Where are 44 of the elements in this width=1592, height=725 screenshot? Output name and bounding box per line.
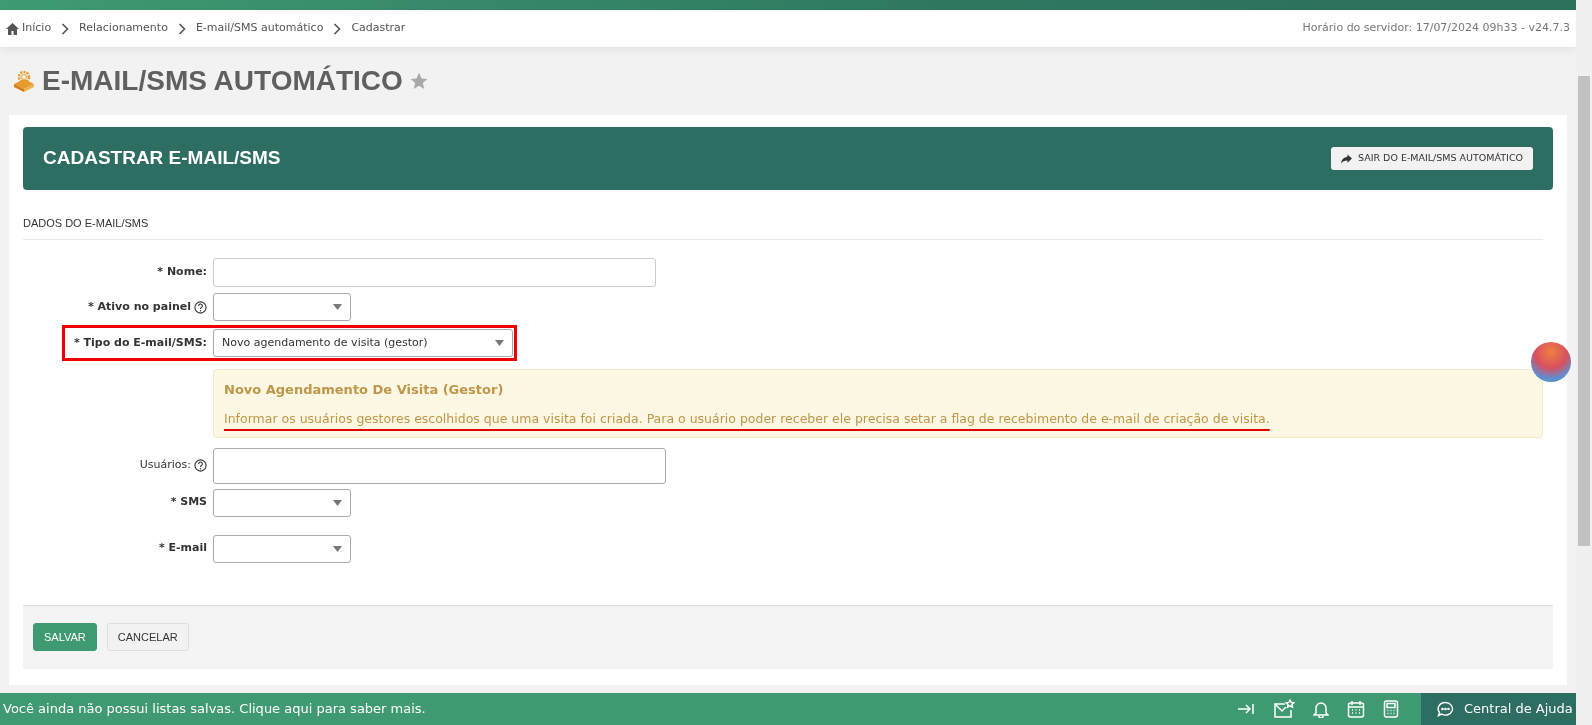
help-icon[interactable]	[194, 300, 207, 314]
select-field[interactable]	[213, 488, 351, 517]
select-field[interactable]	[213, 534, 351, 563]
help-icon[interactable]	[194, 459, 207, 472]
envelope-star-icon[interactable]	[1273, 699, 1295, 719]
arrow-to-bar-icon[interactable]	[1237, 702, 1255, 716]
home-icon	[6, 22, 19, 35]
exit-button[interactable]: SAIR DO E-MAIL/SMS AUTOMÁTICO	[1330, 147, 1533, 170]
select-field[interactable]: Novo agendamento de visita (gestor)	[213, 329, 513, 357]
breadcrumb-link[interactable]: E-mail/SMS automático	[195, 20, 324, 37]
bell-icon[interactable]	[1313, 700, 1329, 718]
breadcrumb-link[interactable]: Início	[22, 20, 52, 37]
cancel-button[interactable]: CANCELAR	[106, 623, 189, 651]
field-label: Usuários:	[139, 457, 191, 474]
caret-icon	[333, 304, 342, 310]
field-label: * SMS	[170, 494, 207, 511]
alert-text: Informar os usuários gestores escolhidos que uma visita foi criada. Para o usuário poder receber ele precisa setar a flag de recebimento de e-mail de criação de visita.	[224, 410, 1270, 426]
share-arrow-icon	[1340, 153, 1352, 164]
users-field[interactable]	[213, 447, 666, 484]
star-icon[interactable]	[408, 71, 429, 91]
package-gear-icon	[12, 69, 36, 93]
section-title: DADOS DO E-MAIL/SMS	[23, 217, 149, 229]
field-label: * E-mail	[158, 540, 207, 557]
server-time: Horário do servidor: 17/07/2024 09h33 - v24.7.3	[1302, 20, 1570, 37]
field-label: * Tipo do E-mail/SMS:	[73, 334, 207, 351]
chevron-right-icon	[61, 22, 70, 35]
name-input[interactable]	[213, 258, 656, 287]
field-label: * Ativo no painel	[87, 298, 191, 315]
chevron-right-icon	[333, 22, 342, 35]
caret-icon	[333, 499, 342, 506]
page-title: E-MAIL/SMS AUTOMÁTICO	[42, 64, 403, 98]
select-field[interactable]	[213, 293, 351, 321]
alert-title: Novo Agendamento De Visita (Gestor)	[224, 381, 505, 399]
breadcrumb-link[interactable]: Cadastrar	[351, 20, 406, 37]
caret-icon	[333, 545, 342, 552]
calendar-icon[interactable]	[1347, 700, 1365, 718]
chat-bubble-icon	[1437, 701, 1454, 717]
help-center-button[interactable]: Central de Ajuda	[1421, 693, 1576, 725]
chevron-right-icon	[177, 22, 186, 35]
field-label: * Nome:	[157, 264, 207, 281]
breadcrumb-link[interactable]: Relacionamento	[79, 20, 168, 37]
caret-icon	[495, 340, 504, 346]
calculator-icon[interactable]	[1383, 700, 1399, 718]
panel-title: CADASTRAR E-MAIL/SMS	[43, 146, 281, 171]
